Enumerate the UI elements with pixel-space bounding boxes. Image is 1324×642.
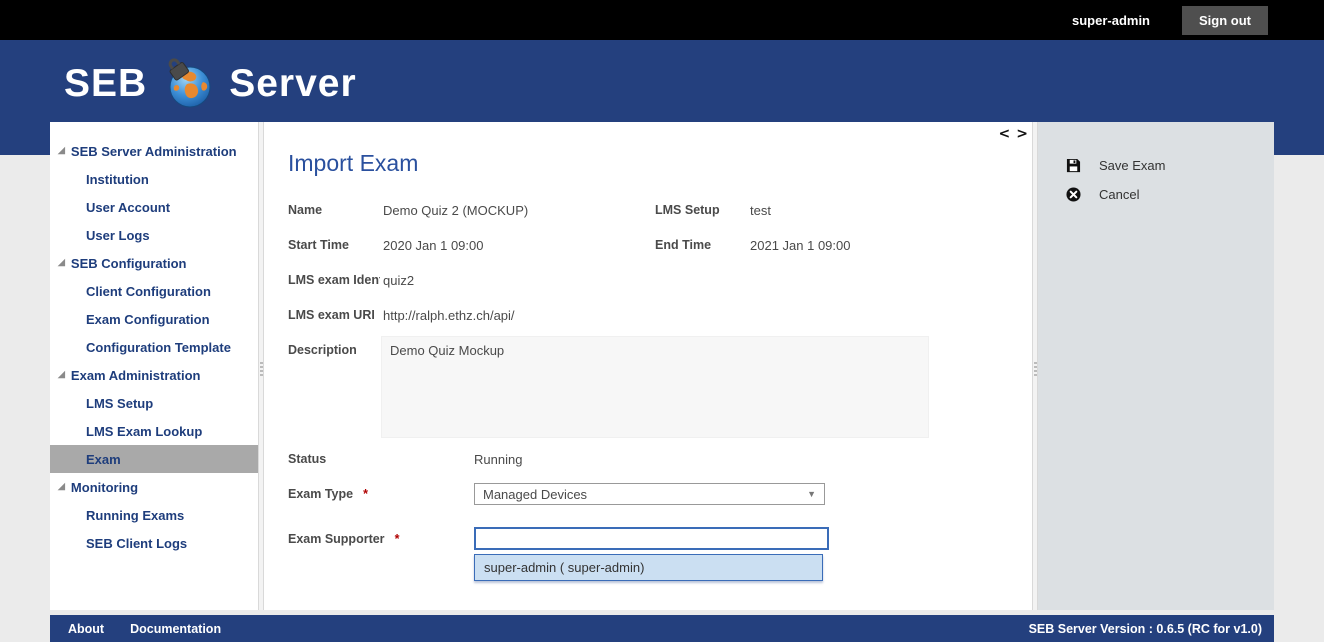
required-asterisk: * [363, 487, 368, 501]
sidebar-item-user-logs[interactable]: User Logs [50, 221, 258, 249]
sidebar-item-label: Monitoring [71, 480, 138, 495]
lms-setup-value: test [750, 203, 771, 218]
about-link[interactable]: About [68, 622, 104, 636]
cancel-button[interactable]: Cancel [1066, 187, 1139, 202]
main-layout: ◢ SEB Server Administration Institution U… [50, 122, 1274, 610]
brand-server-text: Server [229, 62, 356, 106]
brand-seb-text: SEB [64, 62, 147, 106]
end-time-label: End Time [655, 238, 711, 252]
sidebar-item-label: Exam [86, 452, 121, 467]
sidebar-item-exam-administration[interactable]: ◢ Exam Administration [50, 361, 258, 389]
description-textarea[interactable]: Demo Quiz Mockup [381, 336, 929, 438]
save-icon [1066, 158, 1081, 173]
description-label: Description [288, 343, 357, 357]
cancel-label: Cancel [1099, 187, 1139, 202]
sidebar-item-running-exams[interactable]: Running Exams [50, 501, 258, 529]
name-value: Demo Quiz 2 (MOCKUP) [383, 203, 528, 218]
status-value: Running [474, 452, 522, 467]
start-time-value: 2020 Jan 1 09:00 [383, 238, 483, 253]
save-exam-button[interactable]: Save Exam [1066, 158, 1165, 173]
sidebar-item-seb-server-administration[interactable]: ◢ SEB Server Administration [50, 137, 258, 165]
sign-out-button[interactable]: Sign out [1182, 6, 1268, 35]
sidebar-item-exam-configuration[interactable]: Exam Configuration [50, 305, 258, 333]
sidebar-item-label: LMS Setup [86, 396, 153, 411]
resize-grip-icon [1034, 362, 1037, 376]
top-bar: super-admin Sign out [0, 0, 1324, 40]
sidebar-item-label: User Account [86, 200, 170, 215]
name-label: Name [288, 203, 322, 217]
sidebar-item-client-configuration[interactable]: Client Configuration [50, 277, 258, 305]
exam-supporter-dropdown-item[interactable]: super-admin ( super-admin) [474, 554, 823, 581]
sidebar-item-label: Configuration Template [86, 340, 231, 355]
tree-expander-icon[interactable]: ◢ [58, 481, 65, 492]
tree-expander-icon[interactable]: ◢ [58, 369, 65, 380]
documentation-link[interactable]: Documentation [130, 622, 221, 636]
sidebar-item-lms-setup[interactable]: LMS Setup [50, 389, 258, 417]
sidebar-item-label: User Logs [86, 228, 150, 243]
current-user-label: super-admin [1072, 13, 1150, 28]
exam-supporter-input[interactable] [474, 527, 829, 550]
sidebar-item-label: SEB Server Administration [71, 144, 237, 159]
collapse-left-icon[interactable]: < [999, 127, 1011, 141]
dropdown-arrow-icon: ▼ [807, 489, 816, 499]
sidebar-item-label: Exam Administration [71, 368, 201, 383]
tree-expander-icon[interactable]: ◢ [58, 145, 65, 156]
content-panel: < > Import Exam Name Demo Quiz 2 (MOCKUP… [264, 122, 1032, 610]
sidebar-item-seb-configuration[interactable]: ◢ SEB Configuration [50, 249, 258, 277]
page-title: Import Exam [288, 150, 418, 177]
status-label: Status [288, 452, 326, 466]
sidebar-nav: ◢ SEB Server Administration Institution U… [50, 122, 258, 557]
exam-supporter-label: Exam Supporter* [288, 532, 399, 546]
sidebar-item-label: Running Exams [86, 508, 184, 523]
footer-bar: About Documentation SEB Server Version :… [50, 615, 1274, 642]
cancel-icon [1066, 187, 1081, 202]
end-time-value: 2021 Jan 1 09:00 [750, 238, 850, 253]
sidebar-item-configuration-template[interactable]: Configuration Template [50, 333, 258, 361]
globe-lock-logo-icon [163, 58, 215, 110]
sidebar-item-lms-exam-lookup[interactable]: LMS Exam Lookup [50, 417, 258, 445]
expand-right-icon[interactable]: > [1016, 127, 1028, 141]
sidebar-item-label: LMS Exam Lookup [86, 424, 202, 439]
exam-type-select[interactable]: Managed Devices ▼ [474, 483, 825, 505]
lms-exam-identifier-value: quiz2 [383, 273, 414, 288]
version-label: SEB Server Version : 0.6.5 (RC for v1.0) [1029, 622, 1262, 636]
save-exam-label: Save Exam [1099, 158, 1165, 173]
sidebar-item-label: Exam Configuration [86, 312, 210, 327]
action-panel: Save Exam Cancel [1038, 122, 1274, 610]
lms-exam-url-label: LMS exam URI [288, 308, 375, 322]
sidebar-item-exam[interactable]: Exam [50, 445, 258, 473]
sidebar-item-institution[interactable]: Institution [50, 165, 258, 193]
sidebar-item-label: Institution [86, 172, 149, 187]
sidebar-item-label: SEB Client Logs [86, 536, 187, 551]
pane-nav-arrows: < > [999, 127, 1028, 141]
resize-grip-icon [260, 362, 263, 376]
app-window: super-admin Sign out SEB [0, 0, 1324, 642]
lms-exam-identifier-label: LMS exam Identifier [288, 273, 380, 287]
required-asterisk: * [395, 532, 400, 546]
sidebar: ◢ SEB Server Administration Institution U… [50, 122, 258, 610]
lms-setup-label: LMS Setup [655, 203, 720, 217]
sidebar-item-seb-client-logs[interactable]: SEB Client Logs [50, 529, 258, 557]
sidebar-item-monitoring[interactable]: ◢ Monitoring [50, 473, 258, 501]
lms-exam-url-value: http://ralph.ethz.ch/api/ [383, 308, 515, 323]
sidebar-item-user-account[interactable]: User Account [50, 193, 258, 221]
start-time-label: Start Time [288, 238, 349, 252]
tree-expander-icon[interactable]: ◢ [58, 257, 65, 268]
brand: SEB Server [64, 58, 357, 110]
sidebar-item-label: SEB Configuration [71, 256, 187, 271]
exam-type-selected-value: Managed Devices [483, 487, 587, 502]
sidebar-item-label: Client Configuration [86, 284, 211, 299]
exam-type-label: Exam Type* [288, 487, 368, 501]
